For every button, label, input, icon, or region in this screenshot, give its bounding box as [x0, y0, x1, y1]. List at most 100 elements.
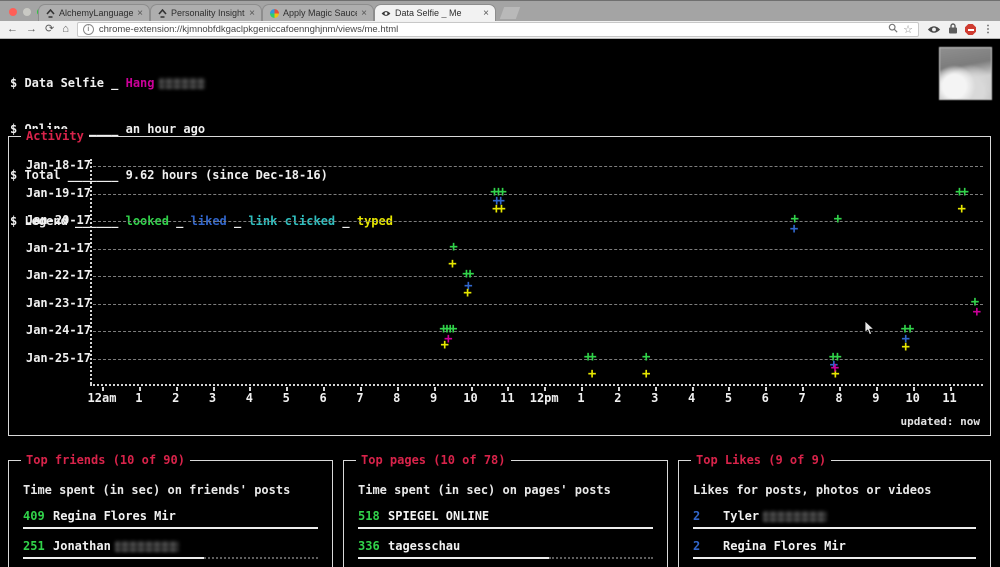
redacted-name — [115, 541, 179, 552]
close-tab-icon[interactable]: × — [483, 8, 489, 19]
chrome-menu-icon[interactable]: ⋮ — [983, 24, 993, 35]
data-point-typed: + — [446, 258, 458, 270]
tab-apply-magic-sauce[interactable]: Apply Magic Sauce - Predictio × — [262, 4, 374, 21]
close-window-button[interactable] — [9, 8, 17, 16]
close-tab-icon[interactable]: × — [137, 8, 143, 19]
item-value: 336 — [358, 539, 388, 553]
grid-line — [93, 331, 983, 332]
grid-line — [93, 276, 983, 277]
redacted-surname — [159, 78, 205, 89]
extension-icons: ⋮ — [927, 23, 993, 37]
eye-icon — [381, 8, 391, 18]
y-axis — [90, 159, 92, 384]
top-pages-subtitle: Time spent (in sec) on pages' posts — [358, 483, 611, 497]
redacted-name — [763, 511, 827, 522]
data-selfie-eye-icon[interactable] — [927, 23, 941, 37]
grid-line — [93, 304, 983, 305]
item-bar — [358, 557, 653, 559]
list-item: 2Tyler — [693, 509, 976, 524]
y-axis-label: Jan-22-17 — [23, 268, 91, 282]
data-point-looked: + — [586, 351, 598, 363]
item-value: 409 — [23, 509, 53, 523]
data-point-looked: + — [959, 186, 971, 198]
grid-line — [93, 166, 983, 167]
y-axis-label: Jan-25-17 — [23, 351, 91, 365]
y-axis-label: Jan-24-17 — [23, 323, 91, 337]
tabs: AlchemyLanguage | IBM Watso × Personalit… — [38, 0, 518, 21]
browser-window: AlchemyLanguage | IBM Watso × Personalit… — [0, 0, 1000, 567]
list-item: 2Regina Flores Mir — [693, 539, 976, 554]
list-item: 409Regina Flores Mir — [23, 509, 318, 524]
y-axis-label: Jan-21-17 — [23, 241, 91, 255]
tab-personality-insights[interactable]: Personality Insights | IBM Wats × — [150, 4, 262, 21]
y-axis-label: Jan-19-17 — [23, 186, 91, 200]
item-bar — [693, 527, 976, 529]
data-point-typed: + — [900, 341, 912, 353]
page-info-icon[interactable]: i — [83, 24, 94, 35]
forward-icon[interactable]: → — [26, 24, 37, 35]
top-pages-panel: Top pages (10 of 78) Time spent (in sec)… — [343, 460, 668, 567]
lock-extension-icon[interactable] — [948, 23, 958, 37]
tab-data-selfie[interactable]: Data Selfie _ Me × — [374, 4, 496, 21]
browser-toolbar: ← → ⟳ ⌂ i chrome-extension://kjmnobfdkga… — [0, 21, 1000, 39]
list-item: 336tagesschau — [358, 539, 653, 554]
data-point-other: + — [971, 306, 983, 318]
data-selfie-page: $ Data Selfie _ Hang $ Online ______ an … — [0, 39, 1000, 567]
data-point-other: + — [442, 333, 454, 345]
grid-line — [93, 194, 983, 195]
address-bar[interactable]: i chrome-extension://kjmnobfdkgaclpkgeni… — [77, 22, 919, 37]
close-tab-icon[interactable]: × — [361, 8, 367, 19]
close-tab-icon[interactable]: × — [249, 8, 255, 19]
item-value: 2 — [693, 509, 723, 523]
grid-line — [93, 249, 983, 250]
top-friends-subtitle: Time spent (in sec) on friends' posts — [23, 483, 290, 497]
tab-alchemylanguage[interactable]: AlchemyLanguage | IBM Watso × — [38, 4, 150, 21]
grid-line — [93, 359, 983, 360]
top-likes-panel: Top Likes (9 of 9) Likes for posts, phot… — [678, 460, 991, 567]
reload-icon[interactable]: ⟳ — [45, 24, 54, 35]
username: Hang — [126, 76, 155, 90]
back-icon[interactable]: ← — [7, 24, 18, 35]
data-point-looked: + — [832, 213, 844, 225]
data-point-typed: + — [495, 203, 507, 215]
item-name: SPIEGEL ONLINE — [388, 509, 489, 523]
watson-icon — [45, 8, 55, 18]
title-line: $ Data Selfie _ Hang — [10, 76, 393, 91]
activity-chart: Jan-18-17 Jan-19-17 Jan-20-17 Jan-21-17 Jan-… — [9, 137, 990, 435]
y-axis-label: Jan-20-17 — [23, 213, 91, 227]
new-tab-button[interactable] — [500, 7, 520, 19]
top-likes-subtitle: Likes for posts, photos or videos — [693, 483, 931, 497]
home-icon[interactable]: ⌂ — [62, 24, 69, 35]
updated-status: updated: now — [901, 415, 980, 428]
bookmark-star-icon[interactable]: ☆ — [903, 23, 913, 36]
item-bar — [358, 527, 653, 529]
data-point-typed: + — [462, 287, 474, 299]
data-point-looked: + — [448, 241, 460, 253]
data-point-other: + — [829, 362, 841, 374]
item-value: 518 — [358, 509, 388, 523]
top-friends-title: Top friends (10 of 90) — [21, 453, 190, 467]
top-likes-title: Top Likes (9 of 9) — [691, 453, 831, 467]
item-name: Regina Flores Mir — [53, 509, 176, 523]
item-value: 251 — [23, 539, 53, 553]
y-axis-label: Jan-18-17 — [23, 158, 91, 172]
data-point-liked: + — [788, 223, 800, 235]
list-item: 518SPIEGEL ONLINE — [358, 509, 653, 524]
adblock-icon[interactable] — [965, 24, 976, 35]
item-bar — [23, 527, 318, 529]
data-point-typed: + — [640, 368, 652, 380]
item-name: Jonathan — [53, 539, 111, 553]
tab-bar: AlchemyLanguage | IBM Watso × Personalit… — [0, 0, 1000, 21]
top-pages-title: Top pages (10 of 78) — [356, 453, 511, 467]
grid-line — [93, 221, 983, 222]
top-friends-panel: Top friends (10 of 90) Time spent (in se… — [8, 460, 333, 567]
x-axis-label: 11 — [928, 391, 972, 405]
data-point-typed: + — [586, 368, 598, 380]
url-text[interactable]: chrome-extension://kjmnobfdkgaclpkgenicc… — [99, 24, 883, 35]
minimize-window-button[interactable] — [23, 8, 31, 16]
activity-panel: Activity Jan-18-17Jan-19-17Jan-20-17Jan-… — [8, 136, 991, 436]
item-value: 2 — [693, 539, 723, 553]
zoom-icon[interactable] — [888, 23, 898, 36]
item-bar — [693, 557, 976, 559]
profile-photo — [939, 47, 992, 100]
